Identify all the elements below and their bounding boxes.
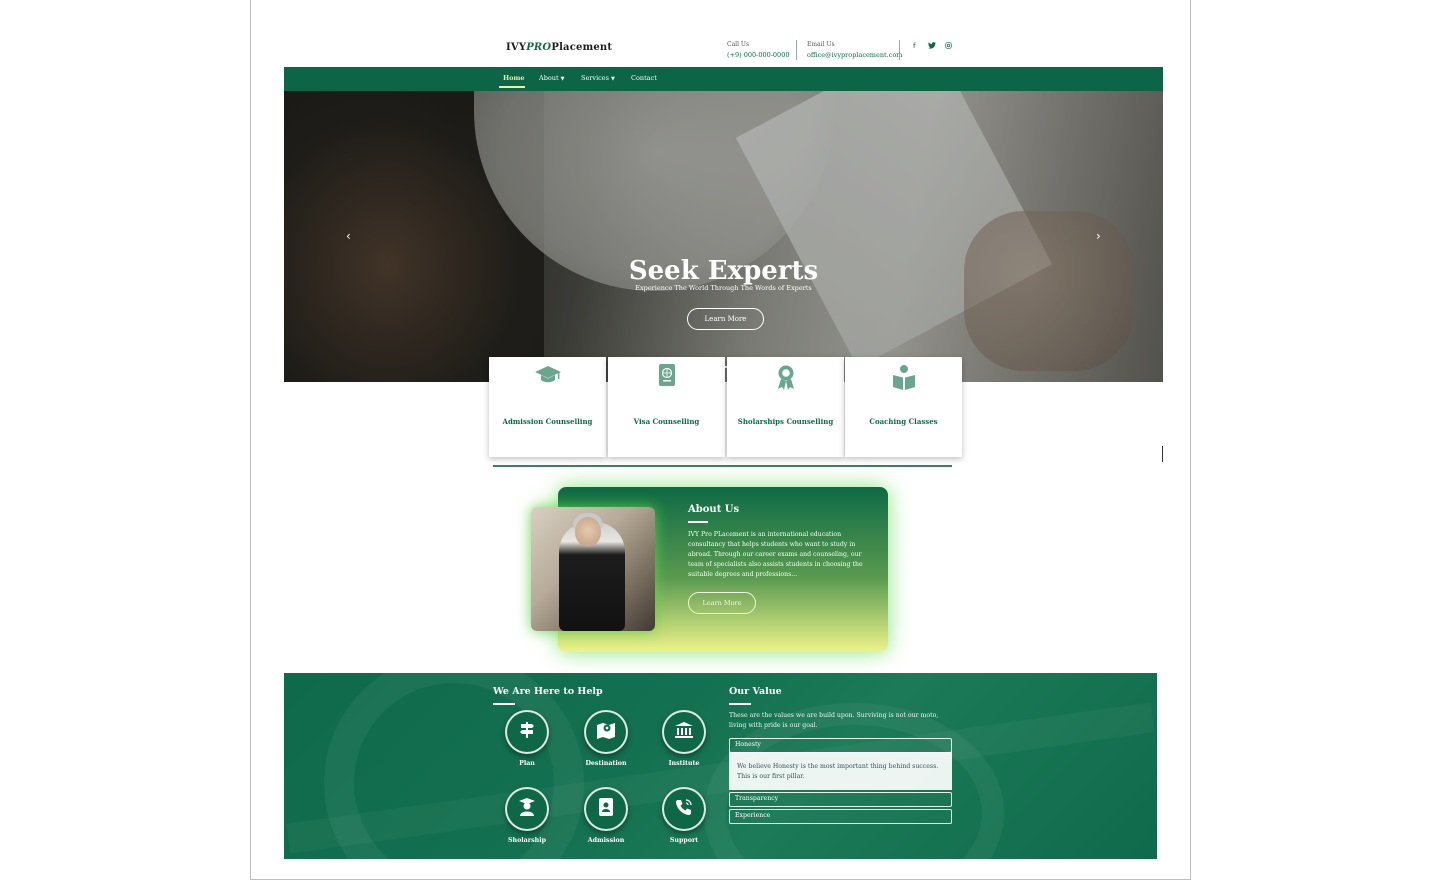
twitter-icon[interactable] xyxy=(928,42,936,51)
email-us-label: Email Us xyxy=(807,41,835,48)
service-card-coaching[interactable]: Coaching Classes xyxy=(845,357,962,457)
hero-title: Seek Experts xyxy=(628,256,819,286)
phone-number[interactable]: (+9) 000-000-0000 xyxy=(727,50,789,60)
help-item-scholarship[interactable] xyxy=(505,787,549,831)
accordion-honesty[interactable]: Honesty xyxy=(729,738,952,753)
help-title: We Are Here to Help xyxy=(493,686,603,697)
caret-down-icon: ▼ xyxy=(560,76,565,82)
hero-overlay xyxy=(284,91,1163,382)
hero-learn-more-button[interactable]: Learn More xyxy=(687,308,764,330)
about-title-underline xyxy=(688,521,708,523)
institution-icon xyxy=(674,721,694,743)
nav-contact[interactable]: Contact xyxy=(631,74,657,82)
service-label: Admission Counselling xyxy=(502,417,593,426)
about-learn-more-button[interactable]: Learn More xyxy=(688,592,756,614)
chevron-right-icon[interactable]: › xyxy=(1096,229,1101,243)
help-values-section xyxy=(284,673,1157,859)
values-intro: These are the values we are build upon. … xyxy=(729,712,939,729)
values-title-underline xyxy=(729,703,751,705)
service-card-visa[interactable]: Visa Counselling xyxy=(608,357,725,457)
passport-icon xyxy=(608,363,725,393)
facebook-icon[interactable]: f xyxy=(913,42,915,50)
hero-subtitle: Experience The World Through The Words o… xyxy=(635,284,812,292)
chevron-left-icon[interactable]: ‹ xyxy=(346,229,351,243)
instagram-icon[interactable] xyxy=(945,42,952,51)
about-description: IVY Pro PLacement is an international ed… xyxy=(688,531,863,578)
header-divider xyxy=(899,40,900,60)
accordion-experience[interactable]: Experience xyxy=(729,809,952,824)
id-badge-icon xyxy=(598,797,614,821)
call-us-label: Call Us xyxy=(727,41,750,48)
accordion-honesty-body: We believe Honesty is the most important… xyxy=(729,752,952,790)
service-card-scholarships[interactable]: Sholarships Counselling xyxy=(727,357,844,457)
help-title-underline xyxy=(493,703,515,705)
hero-carousel: ‹ › Seek Experts Experience The World Th… xyxy=(284,91,1163,382)
book-reader-icon xyxy=(845,363,962,395)
help-label: Destination xyxy=(585,760,627,767)
nav-services[interactable]: Services ▼ xyxy=(581,74,615,82)
site-logo[interactable]: IVYPROPlacement xyxy=(506,42,612,53)
service-label: Visa Counselling xyxy=(633,417,700,426)
graduate-icon xyxy=(518,797,536,821)
map-pin-icon xyxy=(596,721,616,743)
help-label: Sholarship xyxy=(507,837,547,844)
main-nav xyxy=(284,67,1163,91)
award-icon xyxy=(727,363,844,395)
phone-volume-icon xyxy=(675,798,693,820)
help-item-plan[interactable] xyxy=(505,710,549,754)
help-item-support[interactable] xyxy=(662,787,706,831)
service-label: Coaching Classes xyxy=(869,417,938,426)
help-label: Admission xyxy=(587,837,625,844)
accordion-transparency[interactable]: Transparency xyxy=(729,792,952,807)
help-item-admission[interactable] xyxy=(584,787,628,831)
email-address[interactable]: office@ivyproplacement.com xyxy=(807,50,902,60)
signpost-icon xyxy=(518,721,536,743)
help-label: Institute xyxy=(668,760,700,767)
text-cursor xyxy=(1162,446,1163,462)
nav-about[interactable]: About ▼ xyxy=(539,74,564,82)
service-card-admission[interactable]: Admission Counselling xyxy=(489,357,606,457)
help-item-institute[interactable] xyxy=(662,710,706,754)
nav-active-indicator xyxy=(499,86,525,88)
photo-face xyxy=(575,517,601,547)
about-photo xyxy=(531,507,655,631)
help-item-destination[interactable] xyxy=(584,710,628,754)
service-label: Sholarships Counselling xyxy=(737,417,834,426)
header-divider xyxy=(796,40,797,60)
email-us-block: Email Us office@ivyproplacement.com xyxy=(807,40,902,60)
nav-home[interactable]: Home xyxy=(503,74,525,82)
help-label: Support xyxy=(669,837,699,844)
values-title: Our Value xyxy=(729,686,782,697)
caret-down-icon: ▼ xyxy=(610,76,615,82)
help-label: Plan xyxy=(519,760,535,767)
about-title: About Us xyxy=(688,504,740,515)
section-divider xyxy=(493,465,952,467)
graduation-cap-icon xyxy=(489,363,606,389)
call-us-block: Call Us (+9) 000-000-0000 xyxy=(727,40,789,60)
